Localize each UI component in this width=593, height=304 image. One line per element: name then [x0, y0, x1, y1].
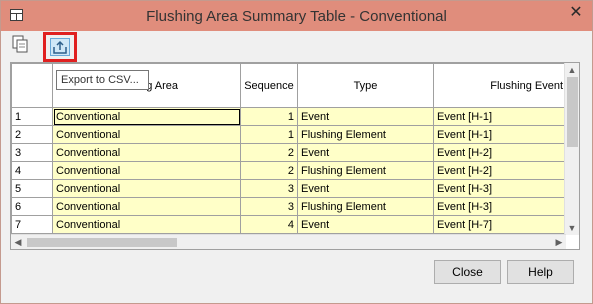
vertical-scroll-thumb[interactable] [567, 77, 578, 147]
cell-flushing-area[interactable]: Conventional [52, 143, 241, 162]
row-number: 6 [11, 197, 53, 216]
column-header-sequence[interactable]: Sequence [240, 63, 298, 108]
cell-sequence[interactable]: 1 [240, 107, 298, 126]
cell-flushing-area[interactable]: Conventional [52, 179, 241, 198]
table-row[interactable]: 1 Conventional 1 Event Event [H-1] [11, 107, 567, 126]
column-header-flushing-event[interactable]: Flushing Event [433, 63, 567, 108]
column-header-rownum [11, 63, 53, 108]
cell-sequence[interactable]: 4 [240, 215, 298, 234]
cell-sequence[interactable]: 2 [240, 143, 298, 162]
dialog-window: Flushing Area Summary Table - Convention… [0, 0, 593, 304]
scroll-right-icon[interactable]: ▶ [553, 236, 565, 248]
scroll-down-icon[interactable]: ▼ [566, 222, 578, 234]
cell-type[interactable]: Event [297, 143, 434, 162]
cell-sequence[interactable]: 3 [240, 179, 298, 198]
row-number: 1 [11, 107, 53, 126]
cell-flushing-area[interactable]: Conventional [52, 107, 241, 126]
cell-flushing-event[interactable]: Event [H-3] [433, 197, 567, 216]
cell-flushing-event[interactable]: Event [H-2] [433, 161, 567, 180]
cell-sequence[interactable]: 3 [240, 197, 298, 216]
horizontal-scroll-thumb[interactable] [27, 238, 177, 247]
row-number: 2 [11, 125, 53, 144]
close-button[interactable]: Close [434, 260, 501, 284]
scroll-left-icon[interactable]: ◀ [12, 236, 24, 248]
toolbar [9, 32, 586, 62]
row-number: 4 [11, 161, 53, 180]
cell-type[interactable]: Event [297, 215, 434, 234]
close-icon[interactable]: ✕ [569, 5, 583, 21]
cell-flushing-event[interactable]: Event [H-2] [433, 143, 567, 162]
title-bar[interactable]: Flushing Area Summary Table - Convention… [1, 1, 592, 31]
row-number: 5 [11, 179, 53, 198]
table-row[interactable]: 3 Conventional 2 Event Event [H-2] [11, 143, 567, 162]
cell-flushing-area[interactable]: Conventional [52, 161, 241, 180]
table-row[interactable]: 4 Conventional 2 Flushing Element Event … [11, 161, 567, 180]
cell-sequence[interactable]: 1 [240, 125, 298, 144]
table-row[interactable]: 6 Conventional 3 Flushing Element Event … [11, 197, 567, 216]
copy-icon [12, 35, 28, 53]
row-number: 7 [11, 215, 53, 234]
cell-type[interactable]: Flushing Element [297, 197, 434, 216]
copy-button[interactable] [11, 34, 35, 56]
cell-flushing-area[interactable]: Conventional [52, 215, 241, 234]
scroll-up-icon[interactable]: ▲ [566, 64, 578, 76]
horizontal-scrollbar[interactable]: ◀ ▶ [11, 234, 566, 249]
export-button[interactable] [43, 32, 77, 62]
cell-flushing-event[interactable]: Event [H-1] [433, 107, 567, 126]
window-title: Flushing Area Summary Table - Convention… [146, 8, 447, 25]
export-tooltip: Export to CSV... [56, 70, 149, 90]
cell-type[interactable]: Event [297, 179, 434, 198]
vertical-scrollbar[interactable]: ▲ ▼ [564, 63, 579, 235]
grid-app-icon [10, 9, 23, 21]
cell-type[interactable]: Flushing Element [297, 161, 434, 180]
cell-flushing-event[interactable]: Event [H-1] [433, 125, 567, 144]
cell-flushing-event[interactable]: Event [H-7] [433, 215, 567, 234]
cell-flushing-area[interactable]: Conventional [52, 197, 241, 216]
table-row[interactable]: 7 Conventional 4 Event Event [H-7] [11, 215, 567, 234]
cell-type[interactable]: Flushing Element [297, 125, 434, 144]
cell-flushing-event[interactable]: Event [H-3] [433, 179, 567, 198]
table-row[interactable]: 5 Conventional 3 Event Event [H-3] [11, 179, 567, 198]
cell-flushing-area[interactable]: Conventional [52, 125, 241, 144]
cell-sequence[interactable]: 2 [240, 161, 298, 180]
cell-type[interactable]: Event [297, 107, 434, 126]
column-header-type[interactable]: Type [297, 63, 434, 108]
summary-grid[interactable]: Flushing Area Sequence Type Flushing Eve… [10, 62, 580, 250]
export-icon [53, 40, 67, 54]
row-number: 3 [11, 143, 53, 162]
table-row[interactable]: 2 Conventional 1 Flushing Element Event … [11, 125, 567, 144]
help-button[interactable]: Help [507, 260, 574, 284]
